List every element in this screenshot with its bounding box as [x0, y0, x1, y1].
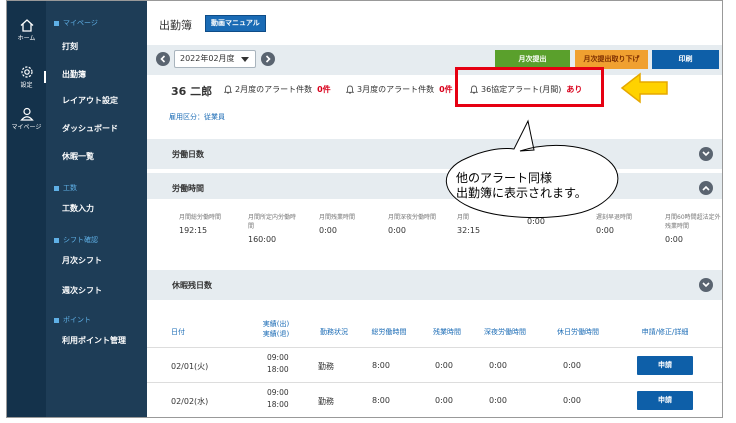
callout-line-1: 他のアラート同様 — [456, 171, 553, 185]
callout-text: 他のアラート同様 出勤簿に表示されます。 — [456, 171, 587, 201]
speech-bubble — [445, 119, 619, 219]
arrow-left-icon — [620, 72, 668, 104]
callout-line-2: 出勤簿に表示されます。 — [456, 186, 587, 200]
annotation-overlay — [445, 72, 668, 219]
